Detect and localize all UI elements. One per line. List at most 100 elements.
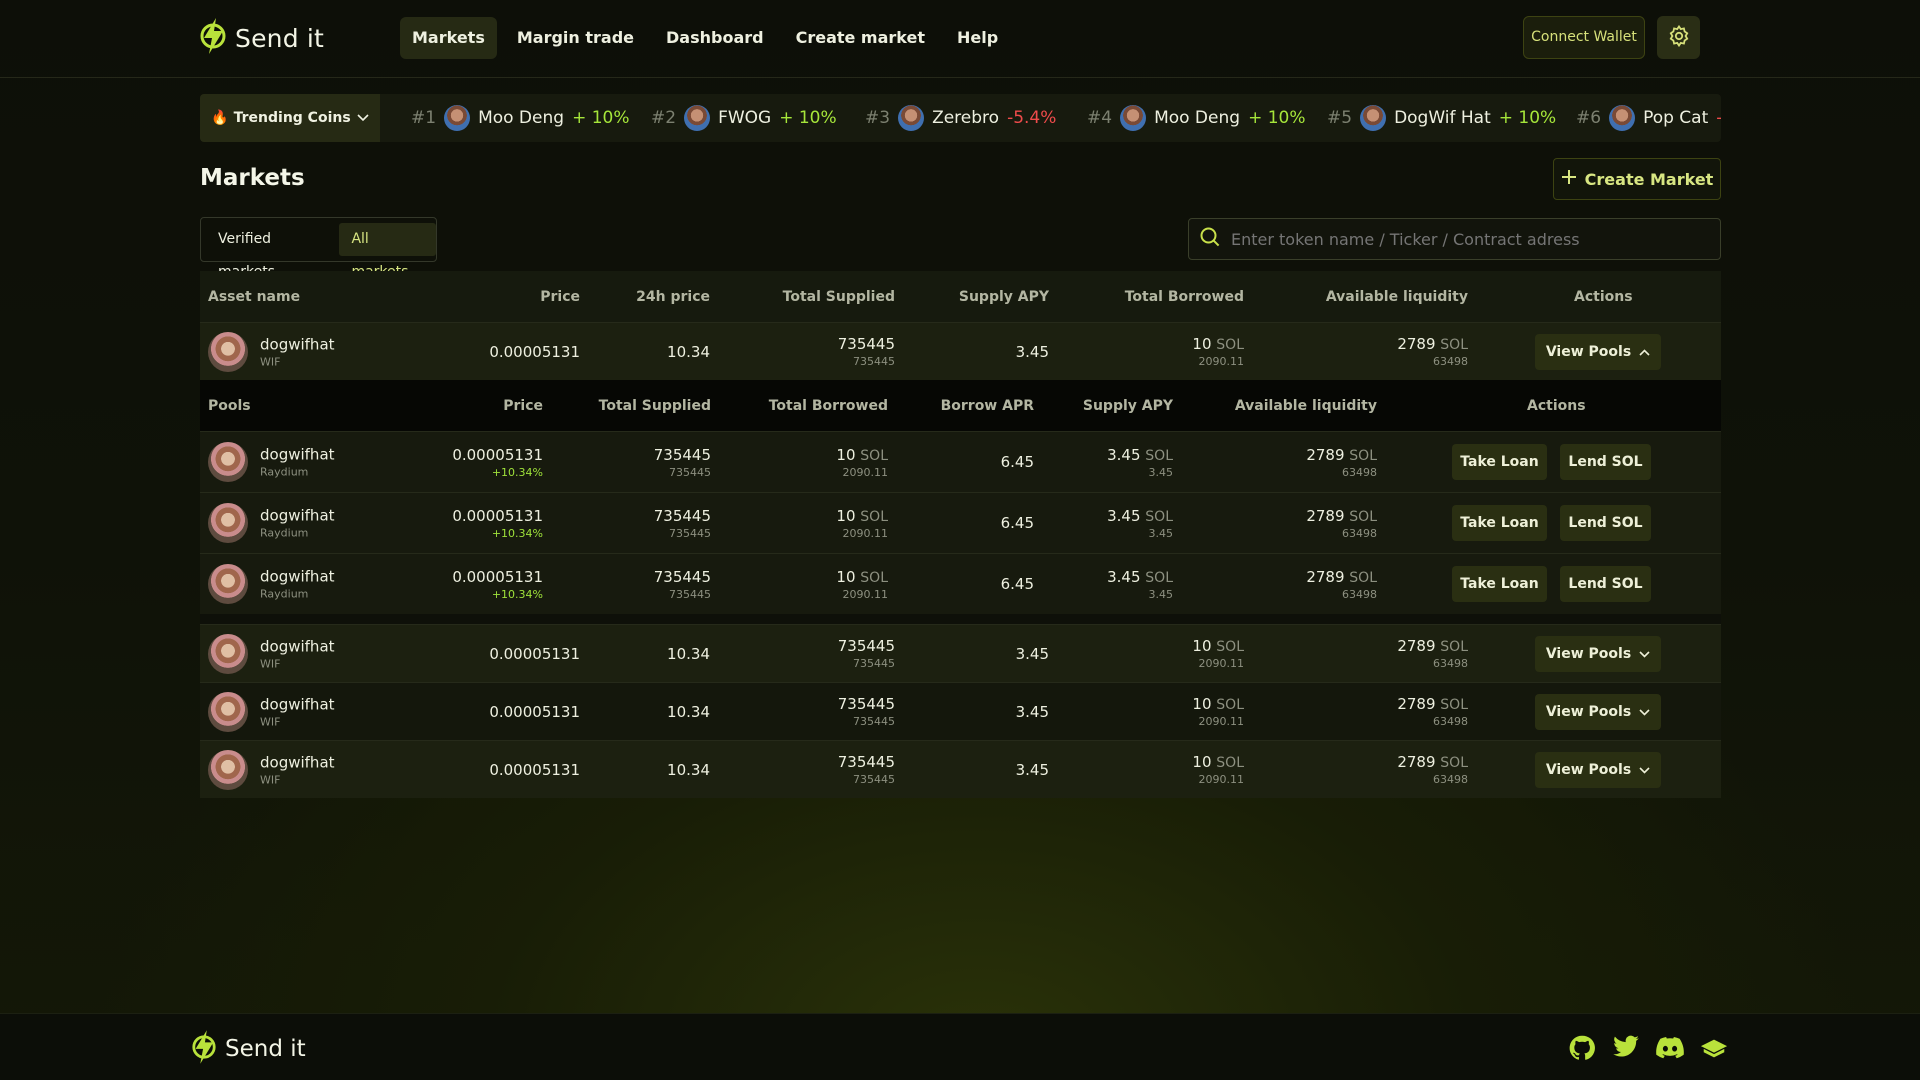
- take-loan-button[interactable]: Take Loan: [1452, 566, 1547, 602]
- table-header: Asset name Price 24h price Total Supplie…: [200, 271, 1721, 322]
- pool-dex: Raydium: [260, 465, 309, 479]
- ticker-item[interactable]: #4 Moo Deng + 10%: [1087, 94, 1306, 142]
- create-market-button[interactable]: Create Market: [1553, 158, 1721, 200]
- footer: Send it: [0, 1013, 1920, 1080]
- ticker-item[interactable]: #2 FWOG + 10%: [651, 94, 837, 142]
- table-row[interactable]: dogwifhat WIF 0.00005131 10.34 735445 7354…: [200, 624, 1721, 682]
- pool-price: 0.00005131: [452, 445, 543, 464]
- take-loan-button[interactable]: Take Loan: [1452, 444, 1547, 480]
- total-borrowed-sub: 2090.11: [1198, 715, 1245, 728]
- asset-ticker: WIF: [260, 657, 281, 670]
- lend-sol-button[interactable]: Lend SOL: [1560, 566, 1651, 602]
- pool-asset-name: dogwifhat: [260, 506, 335, 525]
- pool-supply-apy-sub: 3.45: [1148, 587, 1174, 601]
- pool-supplied-sub: 735445: [669, 465, 711, 479]
- total-supplied-sub: 735445: [853, 657, 895, 670]
- view-pools-label: View Pools: [1545, 703, 1632, 720]
- view-pools-button[interactable]: View Pools: [1535, 751, 1661, 788]
- footer-brand-name: Send it: [225, 1036, 306, 1062]
- market-filter-toggle: Verified markets All markets: [200, 217, 437, 280]
- pool-supply-apy: 3.45: [1107, 506, 1141, 525]
- ticker-change: + 10%: [572, 108, 630, 128]
- settings-button[interactable]: [1657, 16, 1700, 59]
- liquidity-unit: SOL: [1440, 697, 1468, 713]
- ticker-change: -7: [1716, 108, 1721, 128]
- total-borrowed-sub: 2090.11: [1198, 773, 1245, 786]
- pool-supply-apy: 3.45: [1107, 445, 1141, 464]
- pool-price: 0.00005131: [452, 567, 543, 586]
- price-24h-value: 10.34: [667, 760, 710, 779]
- col-supply-apy[interactable]: Supply APY: [959, 271, 1049, 322]
- pool-price-change: +10.34%: [491, 526, 543, 540]
- verified-markets-tab[interactable]: Verified markets: [206, 223, 335, 280]
- footer-logo[interactable]: Send it: [191, 1030, 306, 1068]
- gitbook-icon[interactable]: [1700, 1034, 1728, 1062]
- asset-name: dogwifhat: [260, 637, 335, 655]
- col-24h-price[interactable]: 24h price: [636, 271, 710, 322]
- view-pools-button[interactable]: View Pools: [1535, 333, 1661, 370]
- pool-dex: Raydium: [260, 526, 309, 540]
- col-pools: Pools: [208, 397, 251, 414]
- nav-create-market[interactable]: Create market: [784, 17, 937, 59]
- lend-sol-button[interactable]: Lend SOL: [1560, 505, 1651, 541]
- lend-sol-button[interactable]: Lend SOL: [1560, 444, 1651, 480]
- ticker-name: FWOG: [718, 108, 772, 128]
- ticker-name: Moo Deng: [1154, 108, 1241, 128]
- view-pools-button[interactable]: View Pools: [1535, 693, 1661, 730]
- search-input[interactable]: [1231, 229, 1691, 249]
- total-supplied-value: 735445: [837, 695, 895, 713]
- nav-markets[interactable]: Markets: [400, 17, 497, 59]
- ticker-rank: #1: [411, 108, 437, 128]
- total-supplied-value: 735445: [837, 753, 895, 771]
- twitter-icon[interactable]: [1612, 1034, 1640, 1062]
- col-asset-name[interactable]: Asset name: [208, 271, 300, 322]
- price-24h-value: 10.34: [667, 644, 710, 663]
- pool-liquidity-unit: SOL: [1349, 508, 1377, 525]
- social-links: [1568, 1034, 1728, 1062]
- gear-icon: [1667, 24, 1691, 52]
- table-row[interactable]: dogwifhat WIF 0.00005131 10.34 735445 7354…: [200, 740, 1721, 798]
- nav-help[interactable]: Help: [945, 17, 1010, 59]
- discord-icon[interactable]: [1656, 1034, 1684, 1062]
- col-total-borrowed[interactable]: Total Borrowed: [1125, 271, 1244, 322]
- pool-borrowed-sub: 2090.11: [842, 587, 889, 601]
- take-loan-button[interactable]: Take Loan: [1452, 505, 1547, 541]
- view-pools-button[interactable]: View Pools: [1535, 635, 1661, 672]
- total-supplied-value: 735445: [837, 637, 895, 655]
- pool-borrowed: 10: [836, 506, 856, 525]
- col-total-supplied[interactable]: Total Supplied: [783, 271, 895, 322]
- col-available-liquidity[interactable]: Available liquidity: [1326, 271, 1468, 322]
- all-markets-tab[interactable]: All markets: [339, 223, 436, 280]
- chevron-down-icon: [1639, 704, 1650, 720]
- total-borrowed-sub: 2090.11: [1198, 355, 1245, 368]
- ticker-item[interactable]: #3 Zerebro -5.4%: [865, 94, 1056, 142]
- table-row[interactable]: dogwifhat WIF 0.00005131 10.34 735445 7354…: [200, 322, 1721, 380]
- ticker-item[interactable]: #5 DogWif Hat + 10%: [1327, 94, 1556, 142]
- supply-apy-value: 3.45: [1015, 644, 1049, 663]
- total-supplied-value: 735445: [837, 335, 895, 353]
- col-price[interactable]: Price: [540, 271, 580, 322]
- pool-supplied: 735445: [653, 506, 711, 525]
- trending-coins-dropdown[interactable]: 🔥 Trending Coins: [200, 94, 380, 142]
- connect-wallet-button[interactable]: Connect Wallet: [1523, 16, 1645, 59]
- pool-borrowed-unit: SOL: [860, 508, 888, 525]
- ticker-name: Pop Cat: [1643, 108, 1709, 128]
- pool-supplied-sub: 735445: [669, 587, 711, 601]
- ticker-item[interactable]: #1 Moo Deng + 10%: [411, 94, 630, 142]
- ticker-item[interactable]: #6 Pop Cat -7: [1576, 94, 1721, 142]
- pool-supplied: 735445: [653, 445, 711, 464]
- table-row[interactable]: dogwifhat WIF 0.00005131 10.34 735445 7354…: [200, 682, 1721, 740]
- brand-logo[interactable]: Send it: [199, 18, 324, 58]
- plus-icon: [1561, 169, 1577, 189]
- pool-supply-apy-sub: 3.45: [1148, 526, 1174, 540]
- col-borrow-apr: Borrow APR: [940, 397, 1034, 414]
- col-pool-price: Price: [503, 397, 543, 414]
- asset-name: dogwifhat: [260, 695, 335, 713]
- pool-row: dogwifhat Raydium 0.00005131 +10.34% 73544…: [200, 492, 1721, 553]
- bolt-logo-icon: [191, 1030, 217, 1068]
- nav-dashboard[interactable]: Dashboard: [654, 17, 776, 59]
- github-icon[interactable]: [1568, 1034, 1596, 1062]
- liquidity-sub: 63498: [1433, 773, 1468, 786]
- nav-margin-trade[interactable]: Margin trade: [505, 17, 646, 59]
- pool-supplied: 735445: [653, 567, 711, 586]
